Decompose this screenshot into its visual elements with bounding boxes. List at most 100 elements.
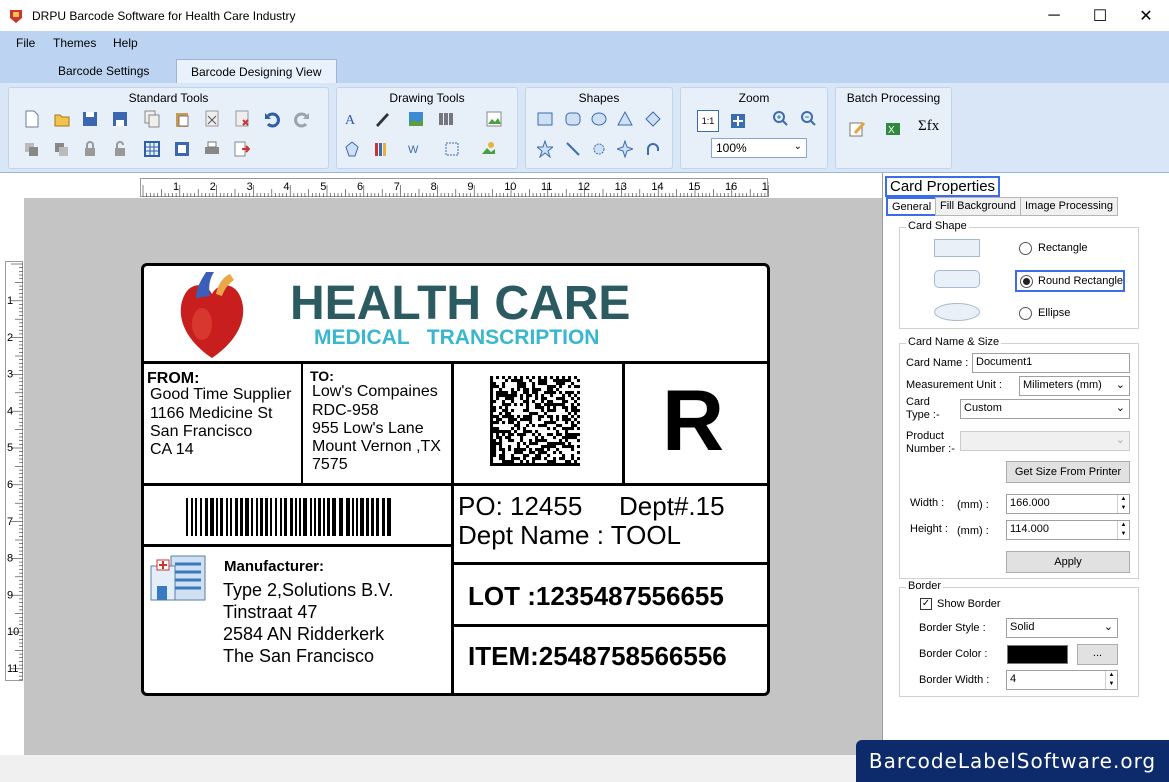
shape-tool-icon[interactable]: [341, 138, 363, 160]
card-name-input[interactable]: Document1: [972, 353, 1130, 373]
heart-image: [180, 272, 244, 358]
align-icon[interactable]: [441, 138, 463, 160]
datamatrix-module: [574, 436, 578, 440]
border-color-swatch[interactable]: [1007, 645, 1068, 664]
barcode-bar: [195, 498, 197, 536]
diamond-shape-icon[interactable]: [642, 108, 664, 130]
height-spinner[interactable]: ▲ ▼: [1117, 521, 1129, 539]
fit-to-window-icon[interactable]: [727, 110, 749, 132]
rounded-rectangle-shape-icon[interactable]: [562, 108, 584, 130]
picture-effect-icon[interactable]: [477, 138, 499, 160]
send-to-back-icon[interactable]: [51, 138, 73, 160]
four-point-star-icon[interactable]: [614, 138, 636, 160]
text-tool-icon[interactable]: A: [341, 108, 363, 130]
delete-icon[interactable]: [231, 108, 253, 130]
datamatrix-module: [502, 460, 506, 464]
export-icon[interactable]: [231, 138, 253, 160]
barcode-bar: [356, 498, 358, 536]
open-icon[interactable]: [51, 108, 73, 130]
rectangle-radio[interactable]: [1019, 242, 1032, 255]
excel-import-icon[interactable]: X: [882, 118, 904, 140]
burst-shape-icon[interactable]: [588, 138, 610, 160]
border-width-input[interactable]: 4 ▲ ▼: [1006, 670, 1118, 690]
redo-icon[interactable]: [291, 108, 313, 130]
datamatrix-module: [511, 454, 515, 458]
height-input[interactable]: 114.000 ▲ ▼: [1006, 520, 1130, 540]
to-line: RDC-958: [312, 402, 379, 419]
datamatrix-module: [550, 418, 554, 422]
zoom-out-icon[interactable]: [797, 108, 819, 130]
pen-icon[interactable]: [371, 108, 393, 130]
unlock-icon[interactable]: [109, 138, 131, 160]
apply-button[interactable]: Apply: [1006, 551, 1130, 573]
width-input[interactable]: 166.000 ▲ ▼: [1006, 494, 1130, 514]
tab-general[interactable]: General: [886, 197, 938, 216]
datamatrix-module: [523, 433, 527, 437]
triangle-shape-icon[interactable]: [614, 108, 636, 130]
product-number-select[interactable]: ⌄: [960, 431, 1130, 451]
print-preview-icon[interactable]: [171, 138, 193, 160]
batch-edit-icon[interactable]: [846, 118, 868, 140]
border-style-select[interactable]: Solid ⌄: [1006, 618, 1118, 638]
star-shape-icon[interactable]: [534, 138, 556, 160]
watermark-icon[interactable]: W: [405, 138, 427, 160]
round-rectangle-option[interactable]: Round Rectangle: [1015, 270, 1125, 292]
datamatrix-module: [544, 412, 548, 416]
paste-icon[interactable]: [171, 108, 193, 130]
line-shape-icon[interactable]: [562, 138, 584, 160]
ellipse-shape-icon[interactable]: [588, 108, 610, 130]
ruler-label: 9: [467, 181, 473, 193]
zoom-select[interactable]: 100% ⌄: [711, 138, 807, 158]
cut-icon[interactable]: [201, 108, 223, 130]
tab-fill-background[interactable]: Fill Background: [935, 197, 1021, 216]
image-icon[interactable]: [405, 108, 427, 130]
rectangle-preview: [934, 239, 980, 257]
bring-to-front-icon[interactable]: [21, 138, 43, 160]
border-color-button[interactable]: ...: [1077, 644, 1118, 665]
undo-icon[interactable]: [261, 108, 283, 130]
label-card[interactable]: HEALTH CARE MEDICAL TRANSCRIPTION FROM: …: [141, 263, 770, 696]
width-spinner[interactable]: ▲ ▼: [1117, 495, 1129, 513]
datamatrix-module: [508, 460, 512, 464]
tab-barcode-designing-view[interactable]: Barcode Designing View: [176, 59, 337, 83]
arc-shape-icon[interactable]: [642, 138, 664, 160]
datamatrix-module: [547, 415, 551, 419]
round-rectangle-radio[interactable]: [1020, 275, 1033, 288]
barcode-tool-icon[interactable]: [435, 108, 457, 130]
datamatrix-module: [499, 442, 503, 446]
show-border-checkbox[interactable]: ✓: [920, 598, 932, 610]
border-width-spinner[interactable]: ▲ ▼: [1105, 671, 1117, 689]
datamatrix-module: [523, 400, 527, 404]
menu-file[interactable]: File: [16, 36, 35, 50]
lock-icon[interactable]: [79, 138, 101, 160]
datamatrix-module: [538, 406, 542, 410]
new-icon[interactable]: [21, 108, 43, 130]
datamatrix-module: [496, 385, 500, 389]
actual-size-button[interactable]: 1:1: [697, 110, 719, 132]
get-size-from-printer-button[interactable]: Get Size From Printer: [1006, 461, 1130, 483]
tab-image-processing[interactable]: Image Processing: [1020, 197, 1119, 216]
save-icon[interactable]: [79, 108, 101, 130]
library-icon[interactable]: [371, 138, 393, 160]
card-type-select[interactable]: Custom ⌄: [960, 399, 1130, 419]
save-as-icon[interactable]: [109, 108, 131, 130]
close-button[interactable]: ✕: [1123, 0, 1169, 31]
datamatrix-module: [514, 391, 518, 395]
print-icon[interactable]: [201, 138, 223, 160]
formula-icon[interactable]: Σfx: [918, 118, 948, 140]
grid-icon[interactable]: [141, 138, 163, 160]
minimize-button[interactable]: ─: [1031, 0, 1077, 31]
rectangle-shape-icon[interactable]: [534, 108, 556, 130]
measurement-unit-select[interactable]: Milimeters (mm) ⌄: [1019, 376, 1130, 396]
menu-themes[interactable]: Themes: [53, 36, 96, 50]
tab-barcode-settings[interactable]: Barcode Settings: [44, 59, 163, 83]
zoom-in-icon[interactable]: [769, 108, 791, 130]
datamatrix-module: [493, 463, 497, 466]
copy-icon[interactable]: [141, 108, 163, 130]
maximize-button[interactable]: ☐: [1077, 0, 1123, 31]
datamatrix-module: [538, 454, 542, 458]
picture-icon[interactable]: [483, 108, 505, 130]
barcode-bar: [352, 498, 354, 536]
menu-help[interactable]: Help: [113, 36, 138, 50]
ellipse-radio[interactable]: [1019, 307, 1032, 320]
